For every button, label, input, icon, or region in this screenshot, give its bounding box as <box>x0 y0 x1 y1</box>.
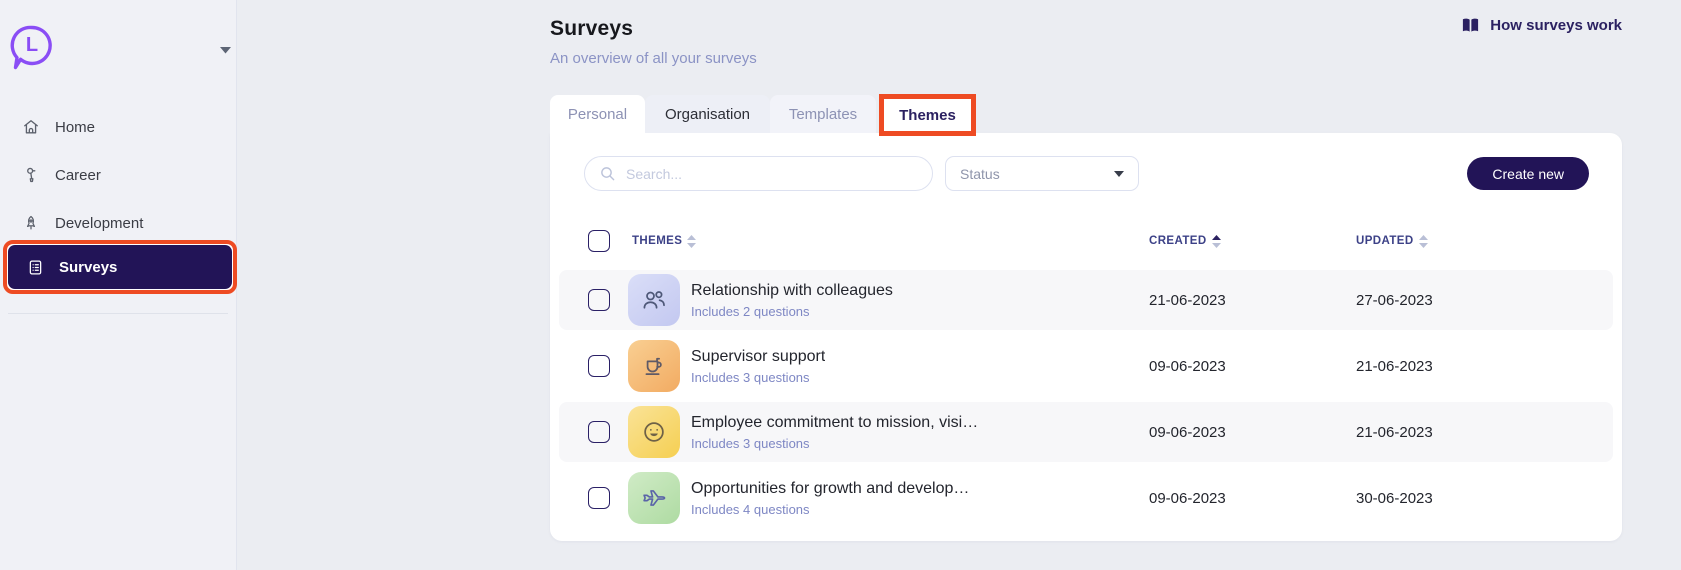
updated-date: 30-06-2023 <box>1356 490 1613 507</box>
theme-title: Opportunities for growth and develop… <box>691 480 969 498</box>
column-header-updated[interactable]: UPDATED <box>1356 235 1613 248</box>
column-header-created[interactable]: CREATED <box>1149 235 1356 248</box>
row-checkbox[interactable] <box>588 487 610 509</box>
sidebar: L Home Career D <box>0 0 237 570</box>
book-icon <box>1460 16 1481 35</box>
theme-title: Supervisor support <box>691 348 825 366</box>
theme-tile <box>628 406 680 458</box>
created-date: 21-06-2023 <box>1149 292 1356 309</box>
updated-date: 21-06-2023 <box>1356 424 1613 441</box>
table-row[interactable]: Supervisor support Includes 3 questions … <box>559 336 1613 396</box>
main-content: How surveys work Surveys An overview of … <box>550 0 1622 541</box>
table-header: THEMES CREATED UPDATED <box>559 229 1613 253</box>
sort-icon <box>687 235 696 248</box>
sidebar-item-career[interactable]: Career <box>0 151 236 199</box>
tab-label: Themes <box>899 107 956 124</box>
table-row[interactable]: Relationship with colleagues Includes 2 … <box>559 270 1613 330</box>
clipboard-icon <box>26 258 45 277</box>
sidebar-item-label: Career <box>55 167 101 184</box>
status-filter-label: Status <box>960 166 1000 182</box>
updated-date: 21-06-2023 <box>1356 358 1613 375</box>
theme-tile <box>628 274 680 326</box>
column-label: CREATED <box>1149 235 1207 247</box>
sort-asc-icon <box>1212 235 1221 248</box>
sort-icon <box>1419 235 1428 248</box>
select-all-checkbox[interactable] <box>588 230 610 252</box>
smiley-icon <box>640 418 668 446</box>
theme-tile <box>628 472 680 524</box>
page-subtitle: An overview of all your surveys <box>550 50 1622 67</box>
tab-bar: Personal Organisation Templates Themes <box>550 95 1622 133</box>
sidebar-nav: Home Career Development <box>0 103 236 314</box>
app-logo[interactable]: L <box>10 24 54 71</box>
sidebar-divider <box>8 313 228 314</box>
sidebar-item-surveys[interactable]: Surveys <box>8 245 232 289</box>
chevron-down-icon[interactable] <box>220 41 231 59</box>
career-icon <box>21 165 41 185</box>
search-box <box>584 156 933 191</box>
plane-icon <box>640 484 668 512</box>
column-header-themes[interactable]: THEMES <box>632 235 1149 248</box>
tab-templates[interactable]: Templates <box>770 95 876 133</box>
surveys-card: Status Create new THEMES CREATED UPDATED <box>550 133 1622 541</box>
rocket-icon <box>21 213 41 233</box>
surveys-annotation-highlight: Surveys <box>3 240 237 294</box>
tab-label: Personal <box>568 106 627 123</box>
tab-label: Templates <box>789 106 857 123</box>
table-row[interactable]: Opportunities for growth and develop… In… <box>559 468 1613 528</box>
theme-title: Employee commitment to mission, visi… <box>691 414 978 432</box>
toolbar: Status Create new <box>550 133 1622 191</box>
search-icon <box>599 165 617 183</box>
home-icon <box>21 117 41 137</box>
chevron-down-icon <box>1114 171 1124 177</box>
updated-date: 27-06-2023 <box>1356 292 1613 309</box>
help-link-label: How surveys work <box>1490 17 1622 34</box>
tab-personal[interactable]: Personal <box>550 95 645 133</box>
row-checkbox[interactable] <box>588 289 610 311</box>
sidebar-item-home[interactable]: Home <box>0 103 236 151</box>
sidebar-item-label: Development <box>55 215 143 232</box>
themes-annotation-highlight: Themes <box>879 94 976 136</box>
tab-themes[interactable]: Themes <box>884 99 971 131</box>
coffee-icon <box>640 352 668 380</box>
table-body: Relationship with colleagues Includes 2 … <box>559 270 1613 528</box>
app-root: L Home Career D <box>0 0 1681 570</box>
column-label: THEMES <box>632 235 682 247</box>
created-date: 09-06-2023 <box>1149 358 1356 375</box>
created-date: 09-06-2023 <box>1149 490 1356 507</box>
sidebar-item-label: Surveys <box>59 259 117 276</box>
how-surveys-work-link[interactable]: How surveys work <box>1460 16 1622 35</box>
status-filter-dropdown[interactable]: Status <box>945 156 1139 191</box>
theme-subtitle: Includes 3 questions <box>691 436 978 451</box>
created-date: 09-06-2023 <box>1149 424 1356 441</box>
tab-label: Organisation <box>665 106 750 123</box>
sidebar-item-label: Home <box>55 119 95 136</box>
search-input[interactable] <box>626 166 932 182</box>
row-checkbox[interactable] <box>588 355 610 377</box>
row-checkbox[interactable] <box>588 421 610 443</box>
theme-tile <box>628 340 680 392</box>
people-icon <box>640 286 668 314</box>
create-new-button[interactable]: Create new <box>1467 157 1589 190</box>
table-row[interactable]: Employee commitment to mission, visi… In… <box>559 402 1613 462</box>
tab-organisation[interactable]: Organisation <box>645 95 770 133</box>
theme-subtitle: Includes 3 questions <box>691 370 825 385</box>
theme-subtitle: Includes 4 questions <box>691 502 969 517</box>
logo-letter: L <box>26 34 38 57</box>
column-label: UPDATED <box>1356 235 1414 247</box>
theme-title: Relationship with colleagues <box>691 282 893 300</box>
theme-subtitle: Includes 2 questions <box>691 304 893 319</box>
